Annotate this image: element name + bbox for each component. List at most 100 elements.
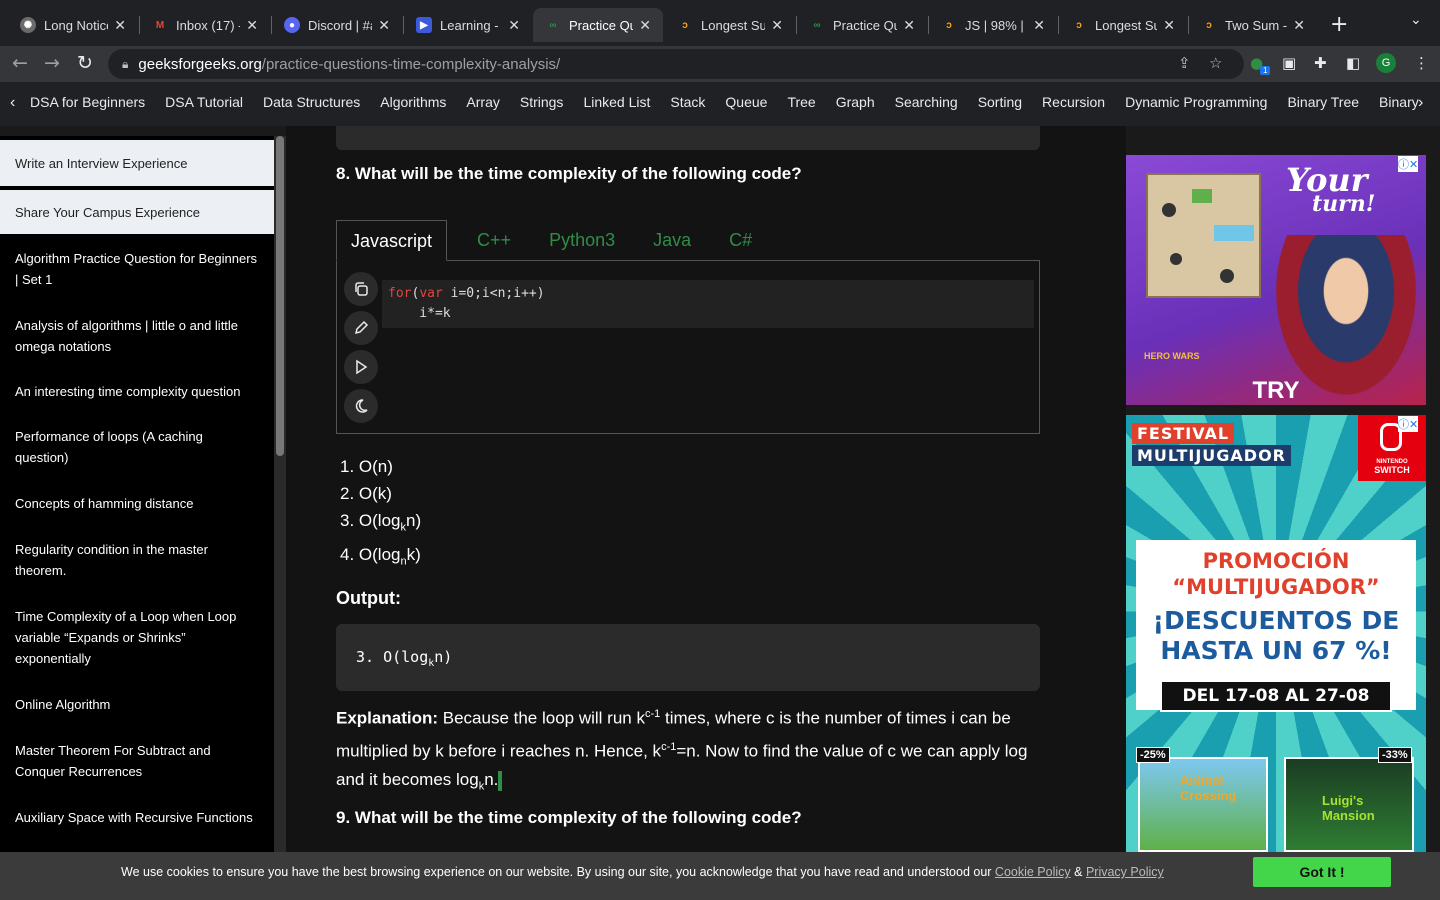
sidebar-item[interactable]: Analysis of algorithms | little o and li… (0, 303, 274, 368)
puzzle-extensions-icon[interactable]: ✚ (1314, 54, 1327, 72)
nav-right-chevron-icon[interactable]: › (1418, 94, 1423, 112)
browser-tab[interactable]: ✺ Long Notice ✕ (8, 8, 138, 42)
close-tab-icon[interactable]: ✕ (508, 17, 520, 34)
adchoices-icon[interactable]: ⓘ✕ (1398, 416, 1419, 432)
sidebar-item[interactable]: Time Complexity of a Loop when Loop vari… (0, 593, 274, 681)
output-box: 3. O(logkn) (336, 624, 1040, 691)
option-3: 3. O(logkn) (340, 511, 422, 534)
gfg-icon: ∞ (549, 19, 557, 31)
tab-java[interactable]: Java (639, 220, 705, 261)
sidebar-item[interactable]: Online Algorithm (0, 681, 274, 727)
tab-strip: ✺ Long Notice ✕ M Inbox (17) - ✕ ● Discord | … (0, 0, 1440, 46)
category-link[interactable]: Searching (895, 94, 958, 110)
sidebar-item[interactable]: Auxiliary Space with Recursive Functions (0, 794, 274, 840)
back-arrow-icon[interactable]: ← (12, 52, 28, 74)
category-link[interactable]: Stack (670, 94, 705, 110)
category-link[interactable]: DSA Tutorial (165, 94, 243, 110)
side-panel-icon[interactable]: ◧ (1346, 54, 1360, 72)
category-link[interactable]: Linked List (583, 94, 650, 110)
sidebar-item-interview-experience[interactable]: Write an Interview Experience (0, 140, 274, 186)
sidebar-item[interactable]: Algorithm Practice Question for Beginner… (0, 234, 274, 303)
dark-mode-moon-icon[interactable] (344, 389, 378, 423)
browser-tab[interactable]: ▶ Learning - I ✕ (404, 8, 532, 42)
browser-tab[interactable]: M Inbox (17) - ✕ (140, 8, 270, 42)
tab-cpp[interactable]: C++ (463, 220, 525, 261)
sidebar-item[interactable]: Concepts of hamming distance (0, 480, 274, 526)
close-tab-icon[interactable]: ✕ (114, 17, 126, 34)
share-icon[interactable]: ⇪ (1178, 54, 1191, 72)
category-link[interactable]: Graph (836, 94, 875, 110)
privacy-policy-link[interactable]: Privacy Policy (1086, 865, 1164, 879)
close-tab-icon[interactable]: ✕ (771, 17, 783, 34)
tab-javascript[interactable]: Javascript (336, 220, 448, 261)
browser-tab-active[interactable]: ∞ Practice Qu ✕ (533, 8, 663, 42)
animal-crossing-image: Animal Crossing (1138, 757, 1268, 852)
adchoices-icon[interactable]: ⓘ✕ (1398, 156, 1419, 172)
close-tab-icon[interactable]: ✕ (1033, 17, 1045, 34)
gmail-icon: M (152, 17, 168, 33)
nintendo-ad[interactable]: FESTIVAL MULTIJUGADOR NINTENDO SWITCH PRO… (1126, 415, 1426, 852)
reload-icon[interactable]: ↻ (77, 52, 93, 74)
category-list: DSA for Beginners DSA Tutorial Data Struct… (30, 94, 1420, 110)
tab-search-chevron-icon[interactable]: ⌄ (1410, 12, 1422, 28)
leetcode-icon: ↄ (682, 19, 688, 31)
sidebar-scrollbar-thumb[interactable] (276, 136, 284, 456)
hero-wars-ad[interactable]: Your turn! HERO WARS TRY ⓘ✕ (1126, 155, 1426, 405)
bookmark-star-icon[interactable]: ☆ (1209, 54, 1222, 72)
category-link[interactable]: Sorting (978, 94, 1022, 110)
lock-icon: 🔒︎ (122, 56, 129, 71)
copy-icon[interactable] (344, 272, 378, 306)
nav-left-chevron-icon[interactable]: ‹ (10, 94, 15, 112)
browser-tab[interactable]: ↄJS | 98% | S✕ (929, 8, 1057, 42)
category-link[interactable]: Tree (787, 94, 815, 110)
sidebar-item[interactable]: Master Theorem For Subtract and Conquer … (0, 727, 274, 794)
edit-pencil-icon[interactable] (344, 311, 378, 345)
browser-tab[interactable]: ↄ Two Sum - ✕ (1189, 8, 1317, 42)
address-bar[interactable]: 🔒︎ geeksforgeeks.org/practice-questions-… (108, 49, 1244, 79)
sidebar-item-campus-experience[interactable]: Share Your Campus Experience (0, 190, 274, 234)
got-it-button[interactable]: Got It ! (1253, 857, 1391, 887)
browser-tab[interactable]: ● Discord | #a ✕ (272, 8, 402, 42)
browser-tab[interactable]: ↄ Longest Sul ✕ (1059, 8, 1187, 42)
ad-try-button[interactable]: TRY (1126, 377, 1426, 405)
close-tab-icon[interactable]: ✕ (903, 17, 915, 34)
leetcode-icon: ↄ (946, 19, 952, 31)
category-link[interactable]: Data Structures (263, 94, 360, 110)
option-4: 4. O(lognk) (340, 545, 421, 568)
sidebar-item[interactable]: Performance of loops (A caching question… (0, 414, 274, 480)
category-link[interactable]: Strings (520, 94, 564, 110)
close-tab-icon[interactable]: ✕ (639, 17, 651, 34)
close-tab-icon[interactable]: ✕ (1163, 17, 1175, 34)
sidebar-item[interactable]: An interesting time complexity question (0, 368, 274, 414)
browser-toolbar: ← → ↻ 🔒︎ geeksforgeeks.org/practice-ques… (0, 46, 1440, 82)
category-link[interactable]: Binary Sear (1379, 94, 1420, 110)
tab-python3[interactable]: Python3 (535, 220, 629, 261)
browser-tab[interactable]: ∞ Practice Qu ✕ (797, 8, 927, 42)
code-editor[interactable]: for(var i=0;i<n;i++) i*=k (382, 280, 1034, 328)
close-tab-icon[interactable]: ✕ (246, 17, 258, 34)
puzzle-map-image (1146, 173, 1261, 298)
sidebar-item[interactable]: Regularity condition in the master theor… (0, 526, 274, 593)
category-link[interactable]: Recursion (1042, 94, 1105, 110)
kebab-menu-icon[interactable]: ⋮ (1414, 54, 1429, 72)
category-link[interactable]: Array (466, 94, 499, 110)
tab-csharp[interactable]: C# (715, 220, 766, 261)
extension-square-icon[interactable]: ▣ (1282, 54, 1296, 72)
forward-arrow-icon[interactable]: → (44, 52, 60, 74)
new-tab-button[interactable]: + (1330, 12, 1348, 37)
gfg-icon: ∞ (813, 19, 821, 31)
profile-avatar[interactable]: G (1376, 53, 1396, 73)
close-tab-icon[interactable]: ✕ (378, 17, 390, 34)
cookie-policy-link[interactable]: Cookie Policy (995, 865, 1071, 879)
category-link[interactable]: Algorithms (380, 94, 446, 110)
category-link[interactable]: Dynamic Programming (1125, 94, 1267, 110)
discord-icon: ● (284, 17, 300, 33)
category-link[interactable]: Binary Tree (1287, 94, 1359, 110)
category-link[interactable]: Queue (725, 94, 767, 110)
browser-tab[interactable]: ↄ Longest Sul ✕ (665, 8, 795, 42)
category-link[interactable]: DSA for Beginners (30, 94, 145, 110)
code-language-tabs: Javascript C++ Python3 Java C# (336, 220, 776, 261)
close-tab-icon[interactable]: ✕ (1293, 17, 1305, 34)
extension-badge: 1 (1260, 66, 1271, 75)
run-play-icon[interactable] (344, 350, 378, 384)
